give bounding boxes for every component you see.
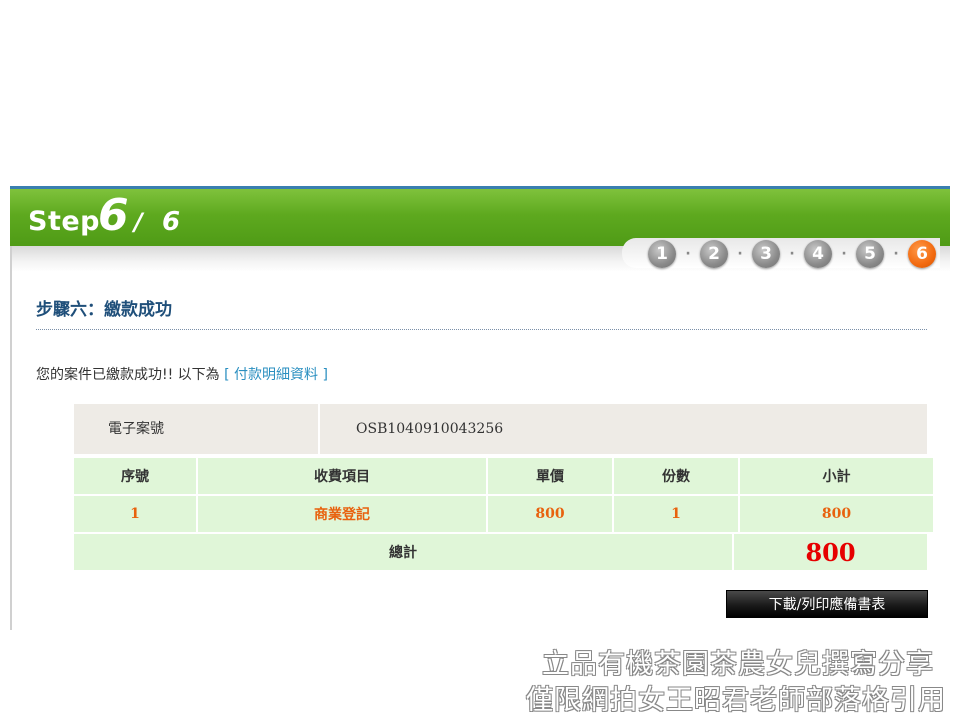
header-serial: 序號: [74, 458, 196, 494]
watermark-line-1: 立品有機茶園茶農女兒撰寫分享: [542, 649, 934, 680]
download-print-forms-button[interactable]: 下載/列印應備書表: [726, 590, 928, 618]
header-quantity: 份數: [614, 458, 738, 494]
dotted-divider: [36, 329, 927, 330]
notice-text: 您的案件已繳款成功!! 以下為: [36, 367, 220, 383]
step-separator: /: [134, 208, 143, 236]
row-quantity: 1: [614, 496, 738, 532]
row-unit-price: 800: [488, 496, 612, 532]
step-bubble-1: 1: [648, 240, 676, 268]
fee-table-header: 序號 收費項目 單價 份數 小計: [74, 458, 933, 494]
total-amount: 800: [734, 534, 927, 570]
payment-success-notice: 您的案件已繳款成功!! 以下為 [ 付款明細資料 ]: [36, 364, 328, 384]
step-dot: ·: [685, 246, 691, 262]
step-bubble-4: 4: [804, 240, 832, 268]
step-progress-indicator: 1 · 2 · 3 · 4 · 5 · 6: [648, 240, 936, 268]
row-serial: 1: [74, 496, 196, 532]
step-bubble-6-active: 6: [908, 240, 936, 268]
case-number-value: OSB1040910043256: [356, 421, 504, 437]
step-dot: ·: [841, 246, 847, 262]
header-fee-item: 收費項目: [198, 458, 486, 494]
step-bubble-5: 5: [856, 240, 884, 268]
table-row: 1 商業登記 800 1 800: [74, 496, 933, 532]
step-bubble-3: 3: [752, 240, 780, 268]
step-dot: ·: [893, 246, 899, 262]
case-number-row: 電子案號 OSB1040910043256: [74, 404, 927, 454]
section-title: 步驟六：繳款成功: [36, 300, 172, 320]
payment-details-table: 電子案號 OSB1040910043256 序號 收費項目 單價 份數 小計 1…: [74, 404, 933, 570]
row-subtotal: 800: [740, 496, 933, 532]
current-step-number: 6: [98, 190, 129, 241]
watermark-line-2: 僅限網拍女王昭君老師部落格引用: [526, 685, 946, 716]
row-fee-item: 商業登記: [198, 496, 486, 532]
step-bubble-2: 2: [700, 240, 728, 268]
step-dot: ·: [789, 246, 795, 262]
total-steps-number: 6: [162, 207, 181, 237]
step-banner: [10, 186, 950, 246]
left-border: [10, 246, 12, 630]
total-label: 總計: [74, 534, 732, 570]
header-unit-price: 單價: [488, 458, 612, 494]
header-subtotal: 小計: [740, 458, 933, 494]
payment-details-link[interactable]: [ 付款明細資料 ]: [224, 367, 328, 383]
step-word: Step: [28, 206, 100, 237]
total-row: 總計 800: [74, 534, 927, 570]
case-number-label: 電子案號: [74, 404, 320, 454]
step-dot: ·: [737, 246, 743, 262]
